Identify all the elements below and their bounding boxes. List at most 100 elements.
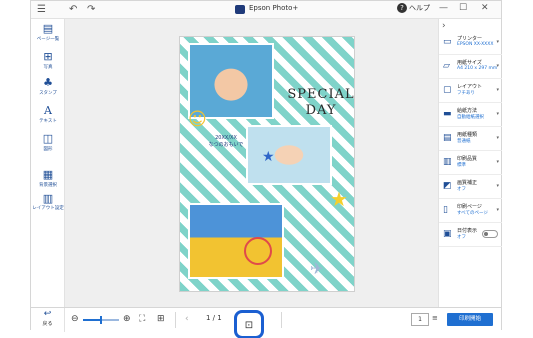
setting-printer[interactable]: ▭ プリンター EPSON XX-XXXX ▾ bbox=[439, 31, 502, 55]
zoom-handle[interactable] bbox=[100, 316, 102, 324]
layout-icon: ▥ bbox=[42, 192, 54, 205]
image-correction-icon: ◩ bbox=[443, 181, 452, 191]
close-icon[interactable]: ✕ bbox=[481, 3, 489, 13]
help-icon: ? bbox=[397, 3, 407, 13]
tool-label: 写真 bbox=[43, 65, 53, 70]
back-button[interactable]: ↩ 戻る bbox=[31, 308, 65, 332]
tool-page-list[interactable]: ▤ ページ一覧 bbox=[31, 23, 65, 43]
photo-girl-watermelon[interactable] bbox=[188, 43, 274, 119]
dropdown-icon: ▾ bbox=[496, 63, 499, 69]
menu-icon[interactable]: ☰ bbox=[37, 3, 46, 17]
collapse-panel-icon[interactable]: › bbox=[442, 21, 446, 31]
paper-size-icon: ▱ bbox=[443, 61, 450, 71]
airplane-sticker-icon[interactable]: ✈ bbox=[310, 259, 323, 278]
app-title: Epson Photo+ bbox=[249, 4, 299, 12]
setting-value: フチあり bbox=[457, 91, 475, 96]
undo-icon[interactable]: ↶ bbox=[69, 3, 77, 17]
help-label: ヘルプ bbox=[409, 4, 430, 12]
zoom-in-icon[interactable]: ⊕ bbox=[123, 313, 131, 325]
tool-label: スタンプ bbox=[39, 91, 57, 96]
add-page-icon: ⊡ bbox=[244, 320, 254, 331]
date-display-toggle[interactable] bbox=[482, 230, 498, 238]
dropdown-icon: ▾ bbox=[496, 87, 499, 93]
dropdown-icon: ▾ bbox=[496, 183, 499, 189]
watermelon-sticker-icon[interactable]: ☺ bbox=[188, 109, 207, 130]
tool-layout[interactable]: ▥ レイアウト設定 bbox=[31, 192, 65, 212]
setting-image-correction[interactable]: ◩ 画質補正 オフ ▾ bbox=[439, 175, 502, 199]
tool-shape[interactable]: ◫ 図形 bbox=[31, 133, 65, 153]
tool-label: レイアウト設定 bbox=[32, 206, 64, 211]
sun-sticker-icon[interactable] bbox=[244, 237, 272, 265]
setting-label: 印刷品質 bbox=[457, 156, 478, 162]
title-bar: ☰ ↶ ↷ Epson Photo+ ? ヘルプ — ☐ ✕ bbox=[31, 1, 501, 19]
bottom-bar: ↩ 戻る ⊖ ⊕ ⛶ ⊞ ‹ 1 / 1 ⊡ 1 ≡ 印刷開始 bbox=[31, 307, 501, 338]
setting-value: 自動給紙選択 bbox=[457, 115, 484, 120]
tool-photo[interactable]: ⊞ 写真 bbox=[31, 51, 65, 71]
fit-screen-icon[interactable]: ⛶ bbox=[139, 313, 145, 325]
dropdown-icon: ▾ bbox=[496, 135, 499, 141]
dropdown-icon: ▾ bbox=[496, 111, 499, 117]
app-logo-icon bbox=[235, 5, 245, 14]
layout-setting-icon: ▢ bbox=[443, 85, 452, 95]
setting-date-display: ▣ 日付表示 オフ bbox=[439, 223, 502, 247]
copies-input[interactable]: 1 bbox=[411, 313, 429, 326]
stamp-icon: ♣ bbox=[43, 76, 53, 89]
redo-icon[interactable]: ↷ bbox=[87, 3, 95, 17]
settings-panel: › ▭ プリンター EPSON XX-XXXX ▾ ▱ 用紙サイズ A4 210… bbox=[438, 19, 502, 307]
setting-value: オフ bbox=[457, 187, 466, 192]
title-line-1: SPECIAL bbox=[287, 87, 355, 102]
help-button[interactable]: ? ヘルプ bbox=[397, 3, 430, 13]
minimize-icon[interactable]: — bbox=[439, 3, 448, 13]
tool-stamp[interactable]: ♣ スタンプ bbox=[31, 76, 65, 97]
setting-label: 用紙サイズ bbox=[457, 60, 482, 66]
zoom-fill bbox=[83, 319, 101, 321]
setting-value: 普通紙 bbox=[457, 139, 471, 144]
paper-type-icon: ▤ bbox=[443, 133, 452, 143]
setting-layout[interactable]: ▢ レイアウト フチあり ▾ bbox=[439, 79, 502, 103]
title-line-2: DAY bbox=[305, 103, 337, 118]
tool-label: テキスト bbox=[39, 119, 57, 124]
print-button[interactable]: 印刷開始 bbox=[447, 313, 493, 326]
yellow-star-icon[interactable]: ★ bbox=[330, 187, 348, 211]
caption-text: なつのおもいで bbox=[208, 142, 244, 148]
left-toolbar: ▤ ページ一覧 ⊞ 写真 ♣ スタンプ A テキスト ◫ 図形 ▦ 背景選択 ▥… bbox=[31, 19, 65, 307]
canvas-area: ☺ SPECIAL DAY 20XX/XX なつのおもいで ★ ★ ✈ bbox=[65, 19, 438, 307]
setting-value: EPSON XX-XXXX bbox=[457, 42, 494, 47]
maximize-icon[interactable]: ☐ bbox=[459, 3, 467, 13]
setting-print-pages[interactable]: ▯ 印刷ページ すべてのページ ▾ bbox=[439, 199, 502, 223]
setting-paper-size[interactable]: ▱ 用紙サイズ A4 210 x 297 mm ▾ bbox=[439, 55, 502, 79]
photo-sunflowers[interactable] bbox=[188, 203, 284, 279]
add-page-button[interactable]: ⊡ bbox=[234, 310, 264, 338]
print-page[interactable]: ☺ SPECIAL DAY 20XX/XX なつのおもいで ★ ★ ✈ bbox=[179, 36, 355, 292]
tool-background[interactable]: ▦ 背景選択 bbox=[31, 168, 65, 189]
divider bbox=[281, 312, 282, 328]
zoom-slider[interactable] bbox=[83, 316, 119, 324]
setting-paper-source[interactable]: ▬ 給紙方法 自動給紙選択 ▾ bbox=[439, 103, 502, 127]
photo-child-portrait[interactable] bbox=[246, 125, 332, 185]
background-icon: ▦ bbox=[42, 168, 54, 181]
setting-value: オフ bbox=[457, 235, 466, 240]
prev-page-icon[interactable]: ‹ bbox=[185, 313, 189, 325]
setting-label: レイアウト bbox=[457, 84, 483, 90]
grid-icon[interactable]: ⊞ bbox=[157, 313, 165, 325]
setting-label: プリンター bbox=[457, 36, 483, 42]
quality-icon: ▥ bbox=[443, 157, 452, 167]
dropdown-icon: ▾ bbox=[496, 39, 499, 45]
tool-label: ページ一覧 bbox=[36, 37, 60, 42]
tool-text[interactable]: A テキスト bbox=[31, 105, 65, 125]
special-day-title[interactable]: SPECIAL DAY bbox=[284, 87, 358, 119]
dropdown-icon: ▾ bbox=[496, 207, 499, 213]
setting-label: 印刷ページ bbox=[457, 204, 482, 210]
setting-label: 日付表示 bbox=[457, 228, 478, 234]
zoom-out-icon[interactable]: ⊖ bbox=[71, 313, 79, 325]
divider bbox=[175, 312, 176, 328]
setting-label: 給紙方法 bbox=[457, 108, 478, 114]
outside-area bbox=[0, 0, 30, 338]
setting-paper-type[interactable]: ▤ 用紙種類 普通紙 ▾ bbox=[439, 127, 502, 151]
app-window: ☰ ↶ ↷ Epson Photo+ ? ヘルプ — ☐ ✕ ▤ ページ一覧 ⊞ … bbox=[30, 0, 502, 338]
setting-print-quality[interactable]: ▥ 印刷品質 標準 ▾ bbox=[439, 151, 502, 175]
dropdown-icon: ▾ bbox=[496, 159, 499, 165]
printer-icon: ▭ bbox=[443, 37, 452, 47]
setting-label: 画質補正 bbox=[457, 180, 478, 186]
blue-star-icon[interactable]: ★ bbox=[262, 149, 275, 165]
